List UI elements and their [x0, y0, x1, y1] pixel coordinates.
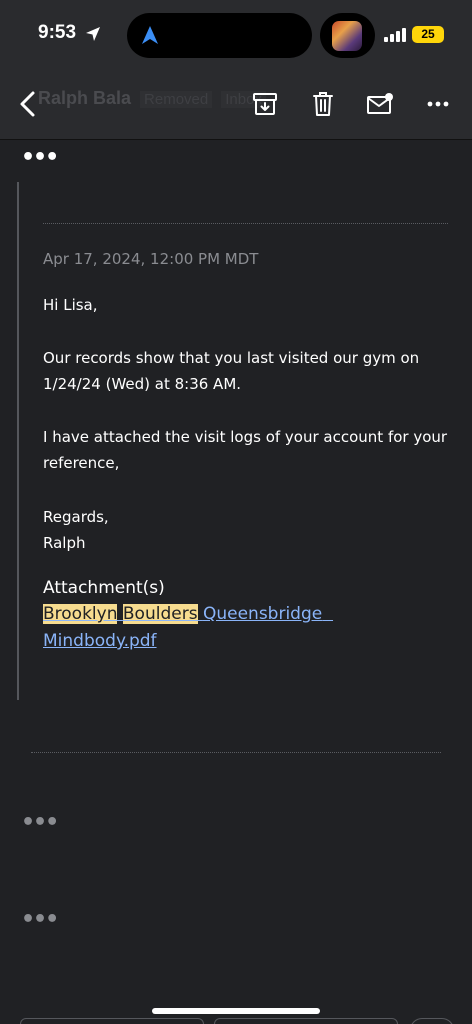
mail-unread-icon — [367, 93, 393, 114]
attachment-link[interactable]: Mindbody.pdf — [43, 631, 157, 651]
status-bar: 9:53 25 — [0, 0, 472, 70]
dynamic-island[interactable] — [127, 13, 312, 58]
collapsed-message-button[interactable]: ••• — [21, 909, 59, 931]
compose-button[interactable] — [410, 1018, 454, 1024]
message-line: I have attached the visit logs of your a… — [43, 428, 448, 446]
more-options-button[interactable] — [424, 90, 452, 118]
show-trimmed-content-button[interactable]: ••• — [21, 147, 59, 169]
now-playing-artwork[interactable] — [320, 13, 375, 58]
archive-button[interactable] — [251, 90, 279, 118]
trash-icon — [313, 92, 333, 116]
attachment-word: Queensbridge — [202, 604, 323, 624]
cellular-signal-icon — [384, 28, 406, 42]
more-horizontal-icon — [427, 101, 449, 107]
sender-name: Ralph Bala — [38, 88, 132, 108]
message-greeting: Hi Lisa, — [43, 296, 98, 314]
message-line: Our records show that you last visited o… — [43, 349, 420, 367]
message-closing: Regards, — [43, 508, 109, 526]
battery-indicator: 25 — [412, 26, 444, 43]
bottom-action-button[interactable] — [20, 1018, 204, 1024]
delete-button[interactable] — [309, 90, 337, 118]
back-button[interactable] — [14, 90, 42, 118]
status-time: 9:53 — [38, 22, 77, 43]
message-signature: Ralph — [43, 534, 86, 552]
mark-unread-button[interactable] — [366, 90, 394, 118]
message-date: Apr 17, 2024, 12:00 PM MDT — [43, 250, 259, 268]
attachment-link[interactable]: Brooklyn Boulders Queensbridge — [43, 604, 333, 624]
chevron-left-icon — [20, 91, 35, 117]
bottom-action-button[interactable] — [214, 1018, 398, 1024]
home-indicator[interactable] — [152, 1008, 320, 1014]
thread-divider — [31, 752, 441, 753]
location-arrow-icon — [86, 27, 100, 41]
attachments-heading: Attachment(s) — [43, 578, 165, 598]
message-line: 1/24/24 (Wed) at 8:36 AM. — [43, 375, 242, 393]
message-toolbar: Ralph Bala Removed Inbox — [0, 70, 472, 140]
highlighted-word: Brooklyn — [43, 604, 118, 624]
message-divider — [43, 223, 448, 224]
album-art-icon — [332, 21, 362, 51]
navigation-arrow-icon — [142, 26, 158, 44]
quote-bar — [17, 182, 19, 700]
archive-icon — [253, 93, 277, 115]
message-line: reference, — [43, 454, 120, 472]
highlighted-word: Boulders — [122, 604, 198, 624]
collapsed-message-button[interactable]: ••• — [21, 812, 59, 834]
toolbar-title: Ralph Bala Removed Inbox — [38, 88, 266, 109]
label-badge: Removed — [140, 91, 213, 108]
